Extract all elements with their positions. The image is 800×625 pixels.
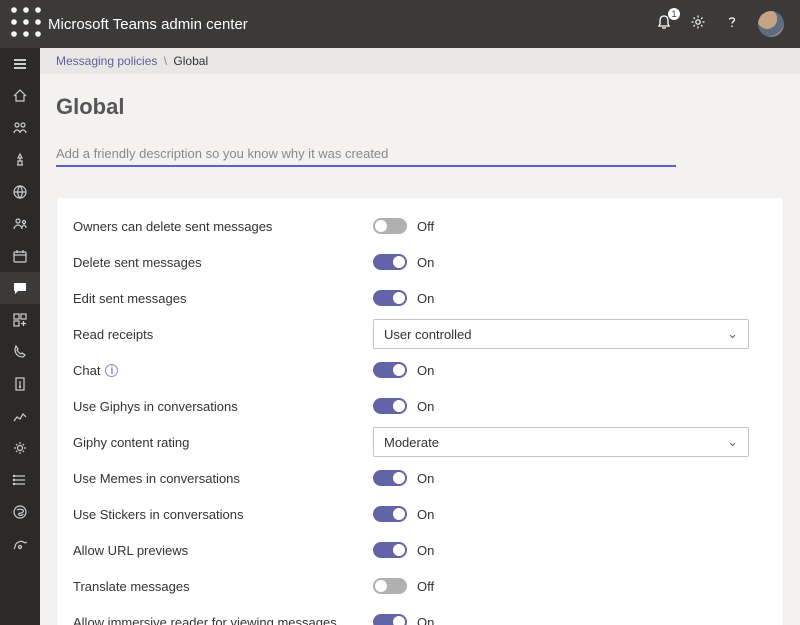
toggle-status: On bbox=[417, 615, 434, 625]
settings-icon[interactable] bbox=[690, 14, 706, 34]
nav-toggle-icon[interactable] bbox=[0, 48, 40, 80]
nav-apps-icon[interactable] bbox=[0, 304, 40, 336]
chevron-down-icon: ⌄ bbox=[727, 434, 738, 450]
setting-giphys: Use Giphys in conversations On bbox=[57, 388, 783, 424]
toggle-translate[interactable] bbox=[373, 578, 407, 594]
nav-users-icon[interactable] bbox=[0, 208, 40, 240]
toggle-immersive[interactable] bbox=[373, 614, 407, 625]
toggle-memes[interactable] bbox=[373, 470, 407, 486]
left-nav bbox=[0, 48, 40, 625]
breadcrumb-current: Global bbox=[173, 54, 208, 68]
topbar: Microsoft Teams admin center 1 bbox=[0, 0, 800, 48]
toggle-status: On bbox=[417, 471, 434, 486]
toggle-status: On bbox=[417, 399, 434, 414]
setting-owners-delete: Owners can delete sent messages Off bbox=[57, 208, 783, 244]
nav-locations-icon[interactable] bbox=[0, 176, 40, 208]
nav-legacy-icon[interactable] bbox=[0, 496, 40, 528]
app-launcher-icon[interactable] bbox=[10, 6, 42, 43]
setting-immersive: Allow immersive reader for viewing messa… bbox=[57, 604, 783, 625]
setting-delete-sent: Delete sent messages On bbox=[57, 244, 783, 280]
help-icon[interactable] bbox=[724, 14, 740, 34]
breadcrumb-parent[interactable]: Messaging policies bbox=[56, 54, 157, 68]
toggle-stickers[interactable] bbox=[373, 506, 407, 522]
setting-translate: Translate messages Off bbox=[57, 568, 783, 604]
toggle-delete-sent[interactable] bbox=[373, 254, 407, 270]
nav-callquality-icon[interactable] bbox=[0, 528, 40, 560]
setting-url-previews: Allow URL previews On bbox=[57, 532, 783, 568]
setting-read-receipts: Read receipts User controlled ⌄ bbox=[57, 316, 783, 352]
nav-meetings-icon[interactable] bbox=[0, 240, 40, 272]
setting-label: Edit sent messages bbox=[73, 291, 186, 306]
toggle-giphys[interactable] bbox=[373, 398, 407, 414]
content-area: Messaging policies \ Global Global Owner… bbox=[40, 48, 800, 625]
setting-label: Use Stickers in conversations bbox=[73, 507, 244, 522]
nav-voice-icon[interactable] bbox=[0, 336, 40, 368]
nav-planning-icon[interactable] bbox=[0, 464, 40, 496]
chevron-down-icon: ⌄ bbox=[727, 326, 738, 342]
setting-label: Chat bbox=[73, 363, 100, 378]
notifications-icon[interactable]: 1 bbox=[656, 14, 672, 34]
toggle-status: On bbox=[417, 255, 434, 270]
toggle-url-previews[interactable] bbox=[373, 542, 407, 558]
avatar[interactable] bbox=[758, 11, 784, 37]
setting-chat: Chat i On bbox=[57, 352, 783, 388]
setting-label: Use Giphys in conversations bbox=[73, 399, 238, 414]
toggle-edit-sent[interactable] bbox=[373, 290, 407, 306]
toggle-status: Off bbox=[417, 219, 434, 234]
nav-devices-icon[interactable] bbox=[0, 144, 40, 176]
nav-home-icon[interactable] bbox=[0, 80, 40, 112]
setting-label: Delete sent messages bbox=[73, 255, 202, 270]
setting-label: Read receipts bbox=[73, 327, 153, 342]
toggle-status: On bbox=[417, 543, 434, 558]
select-read-receipts[interactable]: User controlled ⌄ bbox=[373, 319, 749, 349]
select-value: Moderate bbox=[384, 435, 439, 450]
nav-policy-icon[interactable] bbox=[0, 368, 40, 400]
setting-label: Translate messages bbox=[73, 579, 190, 594]
setting-stickers: Use Stickers in conversations On bbox=[57, 496, 783, 532]
setting-label: Giphy content rating bbox=[73, 435, 189, 450]
nav-messaging-icon[interactable] bbox=[0, 272, 40, 304]
nav-teams-icon[interactable] bbox=[0, 112, 40, 144]
nav-orgsettings-icon[interactable] bbox=[0, 432, 40, 464]
setting-label: Use Memes in conversations bbox=[73, 471, 240, 486]
breadcrumb: Messaging policies \ Global bbox=[40, 48, 800, 74]
setting-memes: Use Memes in conversations On bbox=[57, 460, 783, 496]
page-title: Global bbox=[56, 94, 784, 120]
setting-giphy-rating: Giphy content rating Moderate ⌄ bbox=[57, 424, 783, 460]
toggle-owners-delete[interactable] bbox=[373, 218, 407, 234]
toggle-status: Off bbox=[417, 579, 434, 594]
settings-card: Owners can delete sent messages Off Dele… bbox=[56, 197, 784, 625]
toggle-status: On bbox=[417, 507, 434, 522]
toggle-status: On bbox=[417, 363, 434, 378]
select-giphy-rating[interactable]: Moderate ⌄ bbox=[373, 427, 749, 457]
app-title: Microsoft Teams admin center bbox=[42, 16, 656, 33]
toggle-status: On bbox=[417, 291, 434, 306]
toggle-chat[interactable] bbox=[373, 362, 407, 378]
topbar-actions: 1 bbox=[656, 11, 790, 37]
select-value: User controlled bbox=[384, 327, 471, 342]
setting-label: Allow immersive reader for viewing messa… bbox=[73, 615, 337, 625]
setting-edit-sent: Edit sent messages On bbox=[57, 280, 783, 316]
info-icon[interactable]: i bbox=[105, 364, 118, 377]
breadcrumb-sep: \ bbox=[164, 54, 167, 68]
page-body: Global Owners can delete sent messages O… bbox=[40, 74, 800, 625]
notification-badge: 1 bbox=[668, 8, 680, 20]
setting-label: Owners can delete sent messages bbox=[73, 219, 272, 234]
setting-label: Allow URL previews bbox=[73, 543, 188, 558]
description-input[interactable] bbox=[56, 142, 676, 167]
nav-analytics-icon[interactable] bbox=[0, 400, 40, 432]
